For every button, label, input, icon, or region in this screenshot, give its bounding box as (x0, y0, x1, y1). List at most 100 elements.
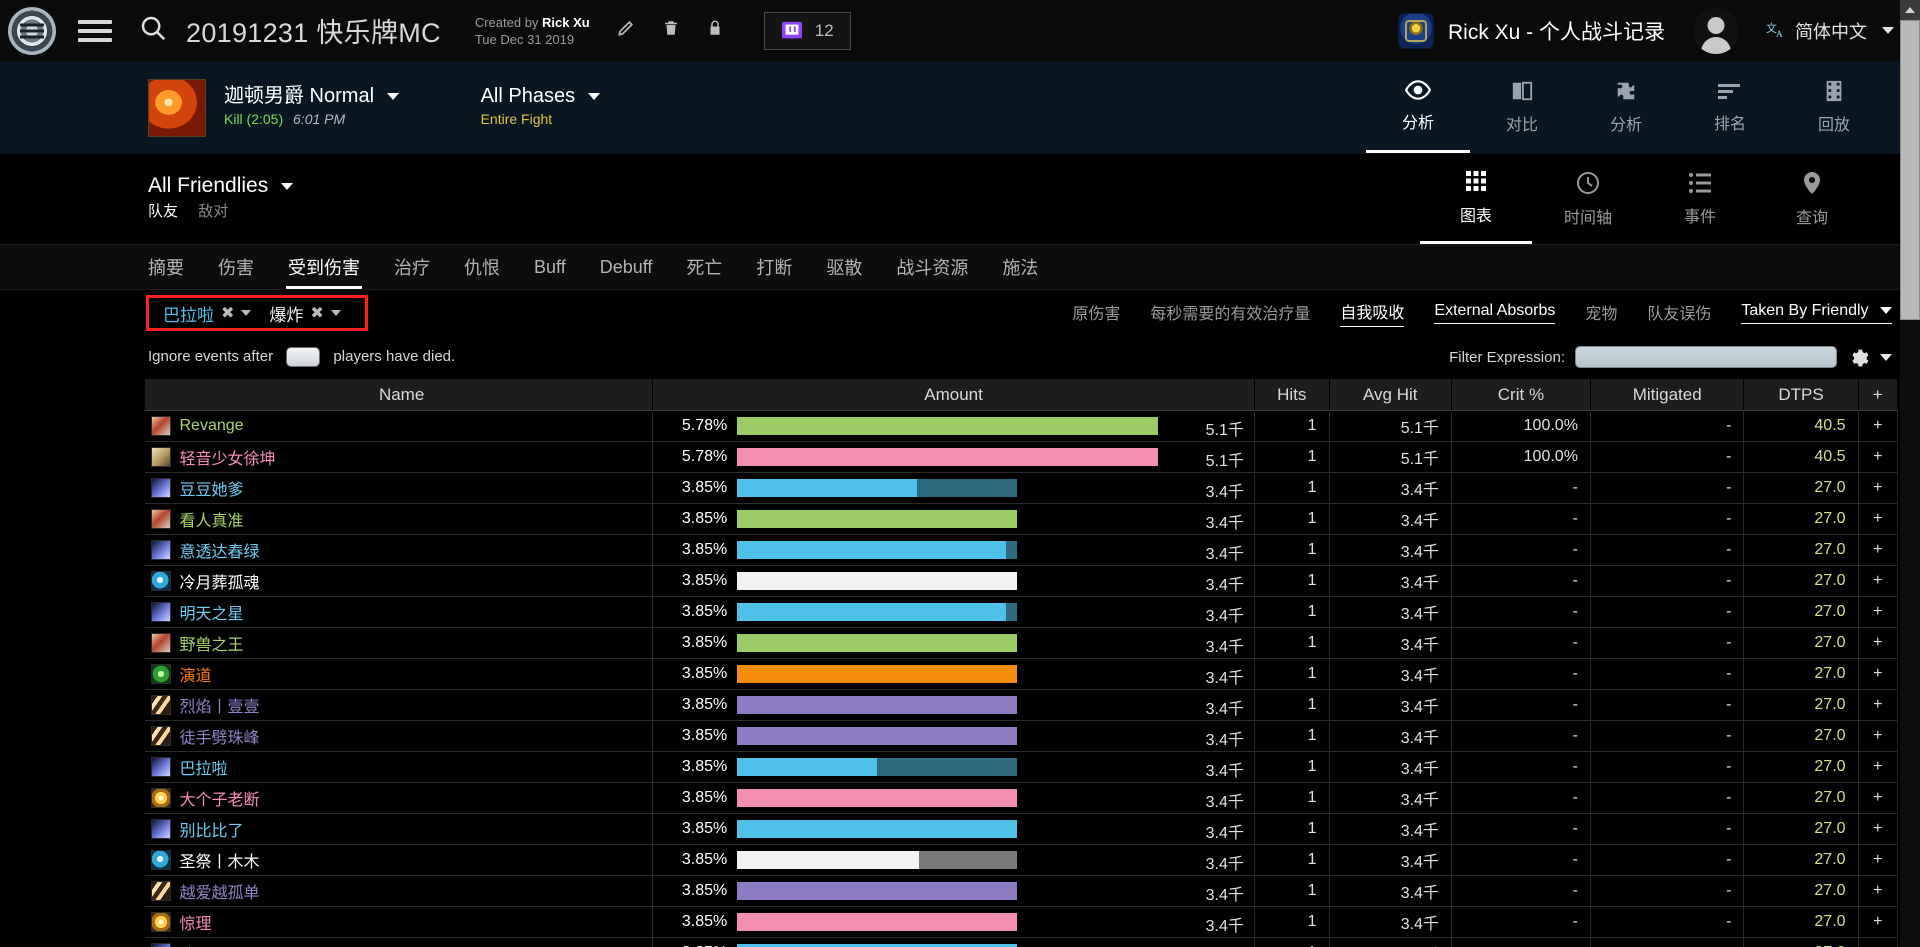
phase-selector[interactable]: All Phases (481, 85, 600, 108)
row-expand-button[interactable]: + (1858, 566, 1897, 597)
row-name-cell[interactable]: 大个子老断 (145, 783, 653, 814)
table-row[interactable]: 越爱越孤单 3.85% 3.4千 1 3.4千 - - 27.0 + (145, 876, 1898, 907)
tab-damage-taken[interactable]: 受到伤害 (288, 245, 360, 289)
tab-debuffs[interactable]: Debuff (600, 245, 653, 289)
filter-option-external-absorbs[interactable]: External Absorbs (1434, 302, 1555, 324)
tab-deaths[interactable]: 死亡 (686, 245, 722, 289)
chart-tab-charts[interactable]: 图表 (1420, 154, 1532, 244)
table-row[interactable]: 意透达春绿 3.85% 3.4千 1 3.4千 - - 27.0 + (145, 535, 1898, 566)
row-expand-button[interactable]: + (1858, 876, 1897, 907)
row-expand-button[interactable]: + (1858, 690, 1897, 721)
row-expand-button[interactable]: + (1858, 535, 1897, 566)
table-row[interactable]: 巴拉啦 3.85% 3.4千 1 3.4千 - - 27.0 + (145, 752, 1898, 783)
row-name-cell[interactable]: 巴拉啦 (145, 752, 653, 783)
chart-tab-query[interactable]: 查询 (1756, 154, 1868, 244)
search-icon[interactable] (138, 13, 168, 48)
table-row[interactable]: 轻音少女徐坤 5.78% 5.1千 1 5.1千 100.0% - 40.5 + (145, 442, 1898, 473)
col-header-mitigated[interactable]: Mitigated (1590, 379, 1744, 411)
filter-pill[interactable]: 巴拉啦 ✖ (163, 301, 251, 326)
row-name-cell[interactable]: 看人真准 (145, 504, 653, 535)
row-name-cell[interactable]: 烈焰丨壹壹 (145, 690, 653, 721)
row-name-cell[interactable]: 惊理 (145, 907, 653, 938)
row-name-cell[interactable]: 演道 (145, 659, 653, 690)
view-tab-replay[interactable]: 回放 (1782, 62, 1886, 153)
col-header-crit-pct[interactable]: Crit % (1451, 379, 1590, 411)
row-expand-button[interactable]: + (1858, 442, 1897, 473)
view-tab-compare[interactable]: 对比 (1470, 62, 1574, 153)
col-header-hits[interactable]: Hits (1254, 379, 1329, 411)
guild-name[interactable]: Rick Xu - 个人战斗记录 (1448, 16, 1665, 46)
row-name-cell[interactable]: 野兽之王 (145, 628, 653, 659)
row-expand-button[interactable]: + (1858, 597, 1897, 628)
table-row[interactable]: 大个子老断 3.85% 3.4千 1 3.4千 - - 27.0 + (145, 783, 1898, 814)
col-header-name[interactable]: Name (145, 379, 653, 411)
boss-selector[interactable]: 迦顿男爵 Normal (224, 85, 399, 108)
warcraftlogs-logo[interactable] (8, 7, 56, 55)
row-expand-button[interactable]: + (1858, 814, 1897, 845)
filter-option-self-absorbs[interactable]: 自我吸收 (1340, 299, 1404, 327)
close-icon[interactable]: ✖ (221, 303, 234, 323)
row-expand-button[interactable]: + (1858, 845, 1897, 876)
table-row[interactable]: 冰下啊下 3.85% 3.4千 1 3.4千 - - 27.0 + (145, 938, 1898, 947)
row-expand-button[interactable]: + (1858, 752, 1897, 783)
row-name-cell[interactable]: 别比比了 (145, 814, 653, 845)
row-name-cell[interactable]: 冰下啊下 (145, 938, 653, 947)
table-row[interactable]: 明天之星 3.85% 3.4千 1 3.4千 - - 27.0 + (145, 597, 1898, 628)
filter-pill[interactable]: 爆炸 ✖ (269, 301, 340, 326)
row-expand-button[interactable]: + (1858, 504, 1897, 535)
row-expand-button[interactable]: + (1858, 628, 1897, 659)
toggle-enemies[interactable]: 敌对 (198, 203, 228, 220)
row-expand-button[interactable]: + (1858, 938, 1897, 947)
gear-menu[interactable] (1847, 346, 1892, 368)
row-expand-button[interactable]: + (1858, 783, 1897, 814)
table-row[interactable]: 看人真准 3.85% 3.4千 1 3.4千 - - 27.0 + (145, 504, 1898, 535)
scroll-thumb[interactable] (1900, 20, 1920, 320)
ignore-deaths-input[interactable] (286, 347, 320, 367)
scroll-up-icon[interactable] (1900, 0, 1920, 20)
table-row[interactable]: 徒手劈珠峰 3.85% 3.4千 1 3.4千 - - 27.0 + (145, 721, 1898, 752)
tab-casts[interactable]: 施法 (1002, 245, 1038, 289)
filter-option-friendly-fire[interactable]: 队友误伤 (1647, 300, 1711, 327)
row-expand-button[interactable]: + (1858, 411, 1897, 442)
table-row[interactable]: 烈焰丨壹壹 3.85% 3.4千 1 3.4千 - - 27.0 + (145, 690, 1898, 721)
row-name-cell[interactable]: 明天之星 (145, 597, 653, 628)
toggle-allies[interactable]: 队友 (148, 203, 178, 220)
row-name-cell[interactable]: Revange (145, 411, 653, 442)
row-name-cell[interactable]: 冷月葬孤魂 (145, 566, 653, 597)
table-row[interactable]: 惊理 3.85% 3.4千 1 3.4千 - - 27.0 + (145, 907, 1898, 938)
pencil-icon[interactable] (616, 18, 636, 43)
table-row[interactable]: 演道 3.85% 3.4千 1 3.4千 - - 27.0 + (145, 659, 1898, 690)
view-tab-analysis[interactable]: 分析 (1366, 62, 1470, 153)
tab-summary[interactable]: 摘要 (148, 245, 184, 289)
tab-resources[interactable]: 战斗资源 (896, 245, 968, 289)
table-row[interactable]: 别比比了 3.85% 3.4千 1 3.4千 - - 27.0 + (145, 814, 1898, 845)
tab-healing[interactable]: 治疗 (394, 245, 430, 289)
row-name-cell[interactable]: 意透达春绿 (145, 535, 653, 566)
chart-tab-timeline[interactable]: 时间轴 (1532, 154, 1644, 244)
tab-interrupts[interactable]: 打断 (756, 245, 792, 289)
row-name-cell[interactable]: 徒手劈珠峰 (145, 721, 653, 752)
table-row[interactable]: 野兽之王 3.85% 3.4千 1 3.4千 - - 27.0 + (145, 628, 1898, 659)
filter-option-pets[interactable]: 宠物 (1585, 300, 1617, 327)
table-row[interactable]: Revange 5.78% 5.1千 1 5.1千 100.0% - 40.5 … (145, 411, 1898, 442)
tab-threat[interactable]: 仇恨 (464, 245, 500, 289)
col-header-avg-hit[interactable]: Avg Hit (1329, 379, 1451, 411)
language-selector[interactable]: 文 A 简体中文 (1765, 18, 1894, 44)
row-expand-button[interactable]: + (1858, 659, 1897, 690)
trash-icon[interactable] (662, 18, 680, 43)
view-tab-analyze[interactable]: 分析 (1574, 62, 1678, 153)
user-avatar-icon[interactable] (1693, 8, 1739, 54)
page-scrollbar[interactable] (1900, 0, 1920, 947)
filter-option-taken-by-friendly[interactable]: Taken By Friendly (1741, 302, 1892, 324)
chevron-down-icon[interactable] (241, 310, 251, 316)
chevron-down-icon[interactable] (331, 310, 341, 316)
row-name-cell[interactable]: 豆豆她爹 (145, 473, 653, 504)
table-row[interactable]: 豆豆她爹 3.85% 3.4千 1 3.4千 - - 27.0 + (145, 473, 1898, 504)
friendlies-selector[interactable]: All Friendlies (148, 173, 293, 199)
filter-expression-input[interactable] (1575, 346, 1837, 368)
table-row[interactable]: 冷月葬孤魂 3.85% 3.4千 1 3.4千 - - 27.0 + (145, 566, 1898, 597)
filter-option-ehps[interactable]: 每秒需要的有效治疗量 (1150, 300, 1310, 327)
hamburger-menu-icon[interactable] (78, 15, 112, 47)
col-header-expand[interactable]: + (1858, 379, 1897, 411)
filter-option-raw-damage[interactable]: 原伤害 (1072, 300, 1120, 327)
